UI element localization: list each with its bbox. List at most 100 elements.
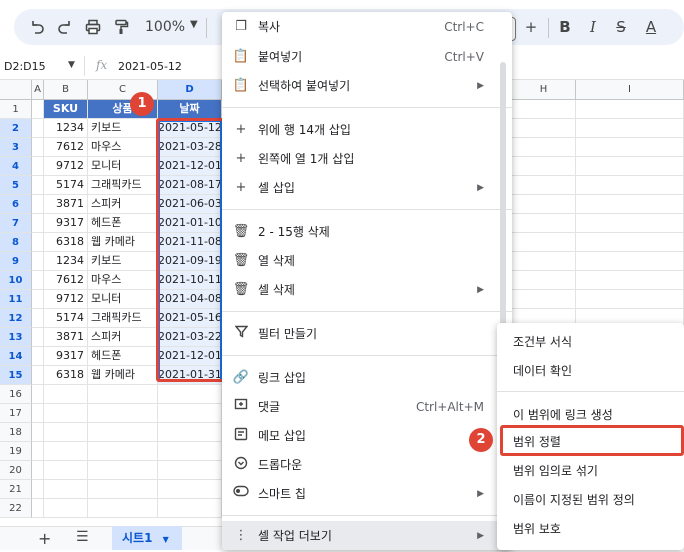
table-cell-product[interactable]: 마우스 <box>88 271 158 290</box>
grid-cell[interactable] <box>88 385 158 404</box>
table-cell-product[interactable]: 웹 카메라 <box>88 233 158 252</box>
menu-item-insert-column-left[interactable]: + 왼쪽에 열 1개 삽입 <box>222 144 512 172</box>
grid-cell[interactable] <box>32 461 44 480</box>
menu-item-dropdown[interactable]: 드롭다운 <box>222 450 512 478</box>
grid-cell[interactable] <box>44 499 88 518</box>
menu-item-smart-chips[interactable]: 스마트 칩 ▶ <box>222 479 512 507</box>
grid-cell[interactable] <box>576 100 684 119</box>
strikethrough-icon[interactable]: S <box>608 14 634 40</box>
grid-cell[interactable] <box>158 423 222 442</box>
row-header[interactable]: 20 <box>0 461 32 480</box>
grid-cell[interactable] <box>158 480 222 499</box>
row-header[interactable]: 12 <box>0 309 32 328</box>
grid-cell[interactable] <box>576 290 684 309</box>
print-icon[interactable] <box>80 14 106 40</box>
table-cell-product[interactable]: 그래픽카드 <box>88 309 158 328</box>
row-header[interactable]: 14 <box>0 347 32 366</box>
grid-cell[interactable] <box>576 233 684 252</box>
table-cell-product[interactable]: 스피커 <box>88 195 158 214</box>
table-cell-product[interactable]: 키보드 <box>88 252 158 271</box>
grid-cell[interactable] <box>44 423 88 442</box>
column-header-d[interactable]: D <box>158 80 222 100</box>
row-header[interactable]: 9 <box>0 252 32 271</box>
grid-cell[interactable] <box>32 195 44 214</box>
grid-cell[interactable] <box>576 252 684 271</box>
submenu-item-protect-range[interactable]: 범위 보호 <box>497 514 684 542</box>
grid-cell[interactable] <box>44 404 88 423</box>
grid-cell[interactable] <box>576 214 684 233</box>
table-cell-sku[interactable]: 1234 <box>44 252 88 271</box>
menu-item-paste-special[interactable]: 📋 선택하여 붙여넣기 ▶ <box>222 71 512 99</box>
row-header[interactable]: 11 <box>0 290 32 309</box>
grid-cell[interactable] <box>44 442 88 461</box>
menu-item-delete-cells[interactable]: 🗑 셀 삭제 ▶ <box>222 275 512 303</box>
table-cell-sku[interactable]: 9317 <box>44 214 88 233</box>
row-header[interactable]: 19 <box>0 442 32 461</box>
menu-item-copy[interactable]: ❐ 복사 Ctrl+C <box>222 12 512 40</box>
grid-cell[interactable] <box>512 252 576 271</box>
grid-cell[interactable] <box>88 480 158 499</box>
table-cell-sku[interactable]: 3871 <box>44 195 88 214</box>
row-header[interactable]: 17 <box>0 404 32 423</box>
grid-cell[interactable] <box>576 119 684 138</box>
all-sheets-icon[interactable]: ☰ <box>76 529 89 545</box>
table-cell-sku[interactable]: 9712 <box>44 290 88 309</box>
table-cell-sku[interactable]: 6318 <box>44 233 88 252</box>
submenu-item-named-range[interactable]: 이름이 지정된 범위 정의 <box>497 485 684 513</box>
grid-cell[interactable] <box>32 233 44 252</box>
redo-icon[interactable] <box>52 14 78 40</box>
menu-item-insert-rows-above[interactable]: + 위에 행 14개 삽입 <box>222 115 512 143</box>
row-header[interactable]: 6 <box>0 195 32 214</box>
grid-cell[interactable] <box>88 404 158 423</box>
row-header[interactable]: 16 <box>0 385 32 404</box>
grid-cell[interactable] <box>88 461 158 480</box>
header-cell-date[interactable]: 날짜 <box>158 100 222 119</box>
grid-cell[interactable] <box>32 385 44 404</box>
grid-cell[interactable] <box>32 309 44 328</box>
column-header-i[interactable]: I <box>576 80 684 100</box>
column-header-h[interactable]: H <box>512 80 576 100</box>
grid-cell[interactable] <box>32 271 44 290</box>
grid-cell[interactable] <box>512 176 576 195</box>
row-header[interactable]: 3 <box>0 138 32 157</box>
grid-cell[interactable] <box>512 138 576 157</box>
grid-cell[interactable] <box>32 442 44 461</box>
select-all-corner[interactable] <box>0 80 32 100</box>
chevron-down-icon[interactable]: ▼ <box>68 60 75 70</box>
italic-icon[interactable]: I <box>580 14 606 40</box>
plus-icon[interactable]: + <box>518 14 544 40</box>
table-cell-product[interactable]: 모니터 <box>88 157 158 176</box>
menu-item-insert-link[interactable]: 🔗 링크 삽입 <box>222 363 512 391</box>
grid-cell[interactable] <box>512 100 576 119</box>
paint-format-icon[interactable] <box>108 14 134 40</box>
submenu-item-data-validation[interactable]: 데이터 확인 <box>497 356 684 384</box>
grid-cell[interactable] <box>44 461 88 480</box>
grid-cell[interactable] <box>44 480 88 499</box>
sheet-tab[interactable]: 시트1 ▼ <box>112 526 182 550</box>
table-cell-product[interactable]: 웹 카메라 <box>88 366 158 385</box>
table-cell-sku[interactable]: 5174 <box>44 176 88 195</box>
grid-cell[interactable] <box>512 195 576 214</box>
grid-cell[interactable] <box>576 138 684 157</box>
grid-cell[interactable] <box>576 271 684 290</box>
row-header[interactable]: 8 <box>0 233 32 252</box>
column-header-a[interactable]: A <box>32 80 44 100</box>
grid-cell[interactable] <box>576 157 684 176</box>
grid-cell[interactable] <box>32 214 44 233</box>
grid-cell[interactable] <box>576 195 684 214</box>
menu-item-delete-rows[interactable]: 🗑 2 - 15행 삭제 <box>222 217 512 245</box>
grid-cell[interactable] <box>88 499 158 518</box>
add-sheet-icon[interactable]: + <box>38 529 51 548</box>
grid-cell[interactable] <box>32 157 44 176</box>
grid-cell[interactable] <box>158 442 222 461</box>
grid-cell[interactable] <box>32 366 44 385</box>
grid-cell[interactable] <box>512 157 576 176</box>
grid-cell[interactable] <box>88 423 158 442</box>
grid-cell[interactable] <box>32 347 44 366</box>
grid-cell[interactable] <box>512 290 576 309</box>
row-header[interactable]: 4 <box>0 157 32 176</box>
table-cell-product[interactable]: 헤드폰 <box>88 214 158 233</box>
grid-cell[interactable] <box>32 119 44 138</box>
menu-item-insert-cells[interactable]: + 셀 삽입 ▶ <box>222 173 512 201</box>
table-cell-product[interactable]: 그래픽카드 <box>88 176 158 195</box>
